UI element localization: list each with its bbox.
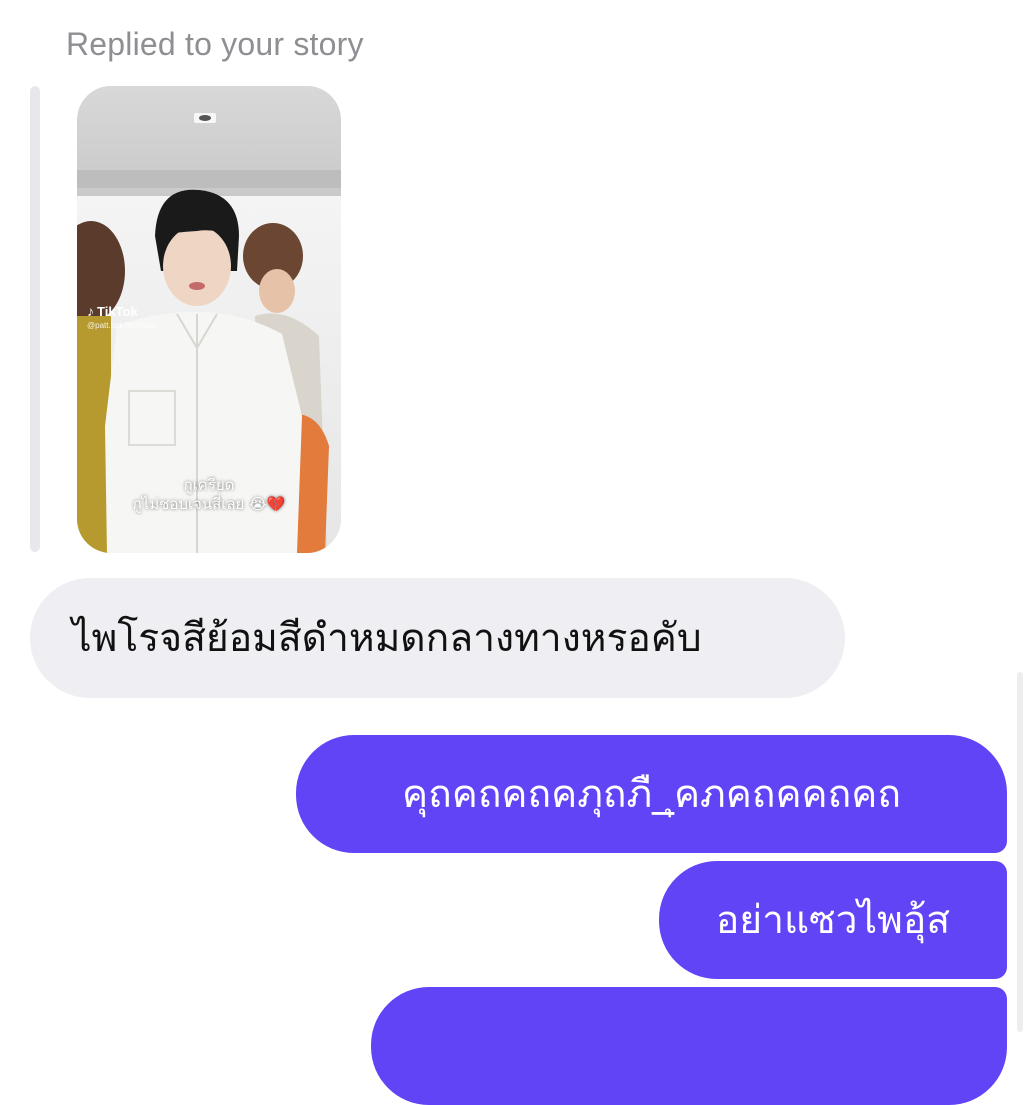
message-text: คุถคถคถคภุถภื_ุคภคถคคถคถ [402,772,901,817]
message-text: อย่าแซวไพอุ้ส [715,898,951,943]
outgoing-message-bubble[interactable]: คุถคถคถคภุถภื_ุคภคถคคถคถ [296,735,1007,853]
tiktok-watermark: ♪ TikTok @patt.bnk48official [87,303,155,330]
story-thumbnail[interactable]: ♪ TikTok @patt.bnk48official กูเครียด กู… [77,86,341,553]
outgoing-message-bubble[interactable]: อย่าแซวไพอุ้ส [659,861,1007,979]
story-caption-line-2: กูไม่ชอบเจนสี่เลย 😭💔 [132,495,286,513]
replied-to-story-label: Replied to your story [66,26,364,62]
incoming-message-bubble[interactable]: ไพโรจสีย้อมสีดำหมดกลางทางหรอคับ [30,578,845,698]
tiktok-handle: @patt.bnk48official [87,321,156,330]
outgoing-message-bubble[interactable] [371,987,1007,1105]
story-caption-line-1: กูเครียด [183,476,235,494]
story-caption: กูเครียด กูไม่ชอบเจนสี่เลย 😭💔 [77,476,341,514]
message-text: ไพโรจสีย้อมสีดำหมดกลางทางหรอคับ [72,616,702,661]
tiktok-watermark-label: TikTok [97,303,138,319]
scrollbar[interactable] [1017,672,1023,1032]
reply-quote-bar [30,86,40,552]
tiktok-note-icon: ♪ [87,303,94,319]
